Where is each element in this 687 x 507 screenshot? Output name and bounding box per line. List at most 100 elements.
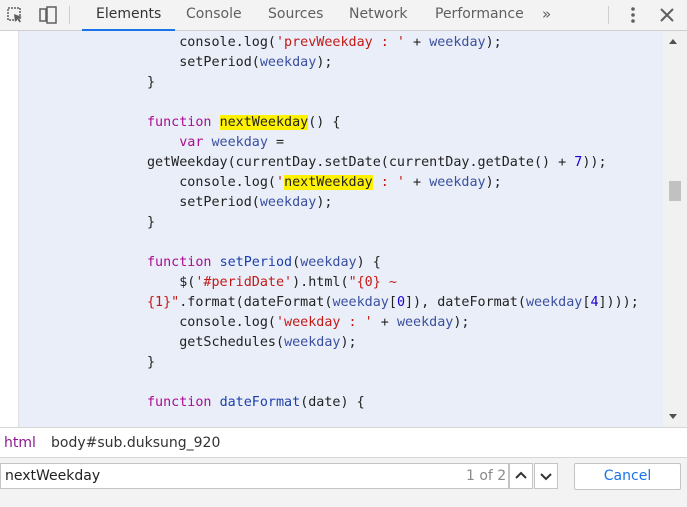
code-token: +	[405, 175, 430, 190]
breadcrumb-item-body[interactable]: body#sub.duksung_920	[51, 428, 220, 458]
cancel-button[interactable]: Cancel	[574, 463, 681, 490]
code-token: [	[388, 295, 397, 310]
device-toggle-icon[interactable]	[38, 5, 58, 25]
code-token: var	[179, 135, 204, 150]
code-line: console.log('prevWeekday : ' + weekday);	[147, 33, 502, 53]
code-line: function dateFormat(date) {	[147, 393, 365, 413]
code-token: $(	[147, 275, 196, 290]
code-line: setPeriod(weekday);	[147, 53, 332, 73]
code-token: weekday	[429, 35, 486, 50]
line-gutter	[0, 31, 19, 427]
code-token: function	[147, 395, 212, 410]
search-match-highlight: nextWeekday	[219, 115, 309, 130]
code-line: {1}".format(dateFormat(weekday[0]), date…	[147, 293, 639, 313]
previous-match-button[interactable]	[509, 463, 533, 489]
more-options-icon[interactable]	[623, 5, 643, 25]
code-token: =	[267, 135, 285, 150]
scroll-up-icon[interactable]	[669, 39, 677, 44]
code-token: weekday	[259, 55, 317, 70]
more-tabs-icon[interactable]: »	[542, 0, 551, 31]
code-token: dateFormat	[219, 395, 301, 410]
close-icon[interactable]	[657, 5, 677, 25]
code-token: +	[405, 35, 430, 50]
code-token: 'prevWeekday : '	[276, 35, 405, 50]
code-token: ])));	[598, 295, 639, 310]
code-line: }	[147, 353, 155, 373]
code-token: setPeriod(	[147, 195, 260, 210]
code-token: function	[147, 255, 212, 270]
tab-performance[interactable]: Performance	[435, 0, 524, 31]
code-token: getWeekday(currentDay.setDate(currentDay…	[147, 155, 575, 170]
code-token: );	[485, 35, 502, 50]
tab-sources[interactable]: Sources	[268, 0, 323, 31]
code-token: weekday	[525, 295, 583, 310]
toolbar-divider	[69, 6, 70, 24]
vertical-scrollbar[interactable]	[663, 31, 687, 427]
code-token: '	[276, 175, 285, 190]
code-line: console.log('nextWeekday : ' + weekday);	[147, 173, 502, 193]
code-token: weekday	[300, 255, 357, 270]
code-token: console.log(	[147, 35, 276, 50]
code-token: ));	[582, 155, 607, 170]
code-token: ]), dateFormat(	[405, 295, 526, 310]
code-token: );	[453, 315, 470, 330]
code-token: {1}"	[147, 295, 180, 310]
code-token: 'weekday : '	[276, 315, 373, 330]
code-token: "{0} ~	[348, 275, 397, 290]
scrollbar-thumb[interactable]	[669, 181, 681, 201]
code-line: getSchedules(weekday);	[147, 333, 357, 353]
inspect-icon[interactable]	[5, 5, 25, 25]
code-token: weekday	[429, 175, 486, 190]
code-token: 4	[590, 295, 599, 310]
code-token: setPeriod	[219, 255, 293, 270]
source-viewer: console.log('prevWeekday : ' + weekday);…	[0, 31, 687, 427]
code-line: getWeekday(currentDay.setDate(currentDay…	[147, 153, 607, 173]
search-bar: nextWeekday 1 of 2 Cancel	[0, 457, 687, 507]
code-line: function nextWeekday() {	[147, 113, 341, 133]
code-token: .format(dateFormat(	[179, 295, 333, 310]
devtools-toolbar: Elements Console Sources Network Perform…	[0, 0, 687, 31]
code-editor[interactable]: console.log('prevWeekday : ' + weekday);…	[19, 31, 663, 427]
tab-console[interactable]: Console	[186, 0, 242, 31]
code-token: }	[147, 75, 156, 90]
next-match-button[interactable]	[534, 463, 558, 489]
code-token: : '	[372, 175, 405, 190]
code-line: function setPeriod(weekday) {	[147, 253, 381, 273]
code-line: $('#peridDate').html("{0} ~	[147, 273, 397, 293]
code-line: }	[147, 73, 155, 93]
match-count: 1 of 2	[466, 468, 507, 484]
code-token: 0	[396, 295, 405, 310]
code-token: setPeriod(	[147, 55, 260, 70]
code-token: +	[372, 315, 397, 330]
code-line: var weekday =	[147, 133, 284, 153]
code-token: );	[340, 335, 357, 350]
scroll-down-icon[interactable]	[669, 414, 677, 419]
code-token: console.log(	[147, 315, 276, 330]
breadcrumb: html body#sub.duksung_920	[0, 427, 687, 457]
code-token: ) {	[356, 255, 381, 270]
code-token: }	[147, 355, 156, 370]
search-match-highlight: nextWeekday	[284, 175, 373, 190]
code-token: weekday	[211, 135, 268, 150]
code-token: weekday	[332, 295, 389, 310]
code-token: (date) {	[300, 395, 365, 410]
search-input[interactable]: nextWeekday	[0, 463, 509, 489]
code-token: );	[316, 195, 333, 210]
code-token: weekday	[259, 195, 317, 210]
tab-elements[interactable]: Elements	[82, 0, 176, 31]
breadcrumb-item-html[interactable]: html	[4, 428, 36, 458]
code-token: () {	[308, 115, 341, 130]
chevron-down-icon	[540, 473, 552, 481]
code-token: weekday	[396, 315, 454, 330]
code-token: ).html(	[292, 275, 349, 290]
tab-network[interactable]: Network	[349, 0, 407, 31]
code-token: getSchedules(	[147, 335, 285, 350]
chevron-up-icon	[515, 471, 527, 479]
code-token: function	[147, 115, 212, 130]
code-line: setPeriod(weekday);	[147, 193, 332, 213]
